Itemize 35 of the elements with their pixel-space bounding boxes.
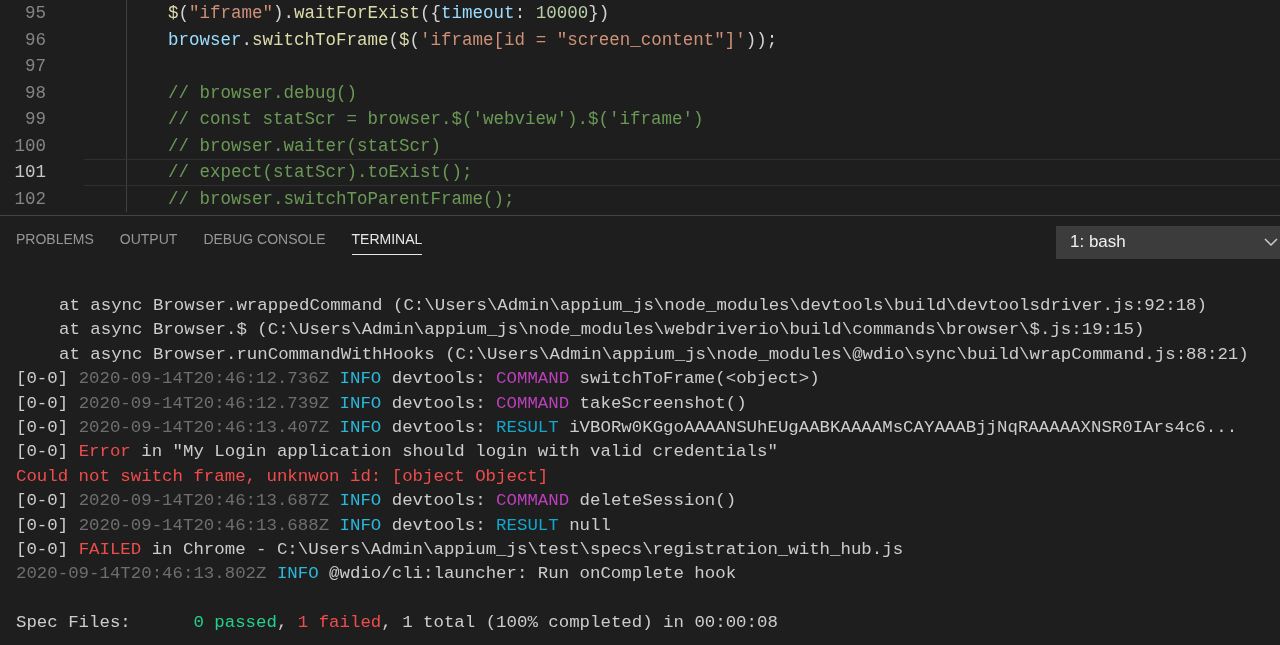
- terminal-line: at async Browser.runCommandWithHooks (C:\Users\Admin\appium_js\node_modules\@wdio\sync\build\wrapCommand.js:88:21): [58, 343, 1250, 366]
- panel-tab[interactable]: DEBUG CONSOLE: [203, 225, 326, 255]
- terminal-line: Spec Files: 0 passed, 1 failed, 1 total (100% completed) in 00:00:08: [16, 612, 779, 635]
- terminal-line: Could not switch frame, unknwon id: [object Object]: [16, 465, 550, 488]
- terminal-line: [0-0] 2020-09-14T20:46:13.407Z INFO devtools: RESULT iVBORw0KGgoAAAANSUhEUgAABKAAAAMsCAYAAABjjNqRAAAAAXNSR0IArs4c6...: [16, 416, 1239, 439]
- code-line: // const statScr = browser.$('webview').$('iframe'): [168, 109, 704, 130]
- terminal-dropdown[interactable]: 1: bash: [1056, 225, 1280, 259]
- chevron-down-icon: [1264, 237, 1278, 247]
- line-number: 99: [24, 109, 46, 130]
- line-number: 98: [24, 82, 46, 103]
- line-number: 96: [24, 29, 46, 50]
- line-number: 101: [13, 162, 46, 183]
- terminal-line: [0-0] 2020-09-14T20:46:13.687Z INFO devtools: COMMAND deleteSession(): [16, 490, 738, 513]
- line-number: 100: [13, 135, 46, 156]
- code-line: $("iframe").waitForExist({timeout: 10000}): [168, 3, 610, 24]
- terminal-line: [0-0] 2020-09-14T20:46:13.688Z INFO devtools: RESULT null: [16, 514, 612, 537]
- code-line: // browser.waiter(statScr): [168, 135, 442, 156]
- panel-tab[interactable]: OUTPUT: [119, 225, 178, 255]
- terminal-line: [0-0] FAILED in Chrome - C:\Users\Admin\appium_js\test\specs\registration_with_hub.js: [16, 538, 905, 561]
- terminal-line: [0-0] Error in "My Login application should login with valid credentials": [16, 441, 779, 464]
- line-number: 95: [24, 3, 46, 24]
- line-number: 97: [24, 56, 46, 77]
- panel-tab[interactable]: TERMINAL: [351, 225, 423, 255]
- panel-tab[interactable]: PROBLEMS: [16, 225, 94, 255]
- code-editor[interactable]: [0, 0, 1280, 216]
- code-line: // browser.debug(): [168, 82, 358, 103]
- terminal-line: 2020-09-14T20:46:13.802Z INFO @wdio/cli:launcher: Run onComplete hook: [16, 563, 738, 586]
- code-line: // expect(statScr).toExist();: [168, 162, 473, 183]
- line-number: 102: [13, 188, 46, 209]
- terminal-line: [0-0] 2020-09-14T20:46:12.736Z INFO devtools: COMMAND switchToFrame(<object>): [16, 368, 821, 391]
- terminal-line: at async Browser.$ (C:\Users\Admin\appium_js\node_modules\webdriverio\build\commands\browser\$.js:19:15): [58, 319, 1146, 342]
- code-line: // browser.switchToParentFrame();: [168, 188, 515, 209]
- terminal-line: [0-0] 2020-09-14T20:46:12.739Z INFO devtools: COMMAND takeScreenshot(): [16, 392, 748, 415]
- terminal-line: at async Browser.wrappedCommand (C:\Users\Admin\appium_js\node_modules\devtools\build\devtoolsdriver.js:92:18): [58, 295, 1208, 317]
- code-line: browser.switchToFrame($('iframe[id = "screen_content"]'));: [168, 29, 778, 50]
